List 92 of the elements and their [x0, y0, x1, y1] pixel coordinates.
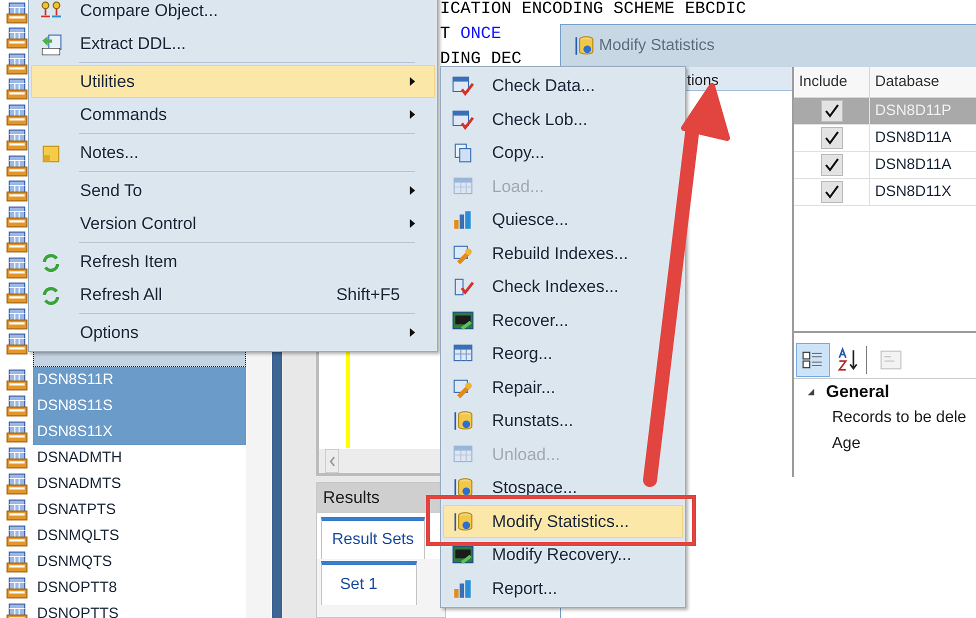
menu-item[interactable]: Quiesce... [443, 203, 683, 236]
column-header[interactable]: Include [794, 67, 870, 97]
tree-item[interactable]: DSNADMTS [33, 471, 246, 497]
table-icon [6, 104, 28, 126]
ddl-icon [40, 34, 62, 56]
tab[interactable]: Result Sets [321, 517, 425, 559]
menu-item[interactable]: Options [31, 316, 435, 349]
table-icon [6, 2, 28, 24]
table-icon [6, 421, 28, 443]
tab[interactable]: Set 1 [321, 561, 417, 605]
table-icon [6, 499, 28, 521]
menu-item[interactable]: Rebuild Indexes... [443, 236, 683, 270]
tree-item[interactable]: DSNOPTT8 [33, 575, 246, 601]
refresh-icon [40, 252, 62, 274]
grid-row[interactable]: DSN8D11A [794, 125, 976, 152]
checkbox[interactable] [820, 181, 842, 203]
expand-icon[interactable] [806, 387, 816, 397]
table-icon [6, 447, 28, 469]
table-check-icon [452, 75, 474, 97]
tree-item[interactable]: DSNOPTTS [33, 601, 246, 618]
menu-item[interactable]: Version Control [31, 207, 435, 240]
tree-item[interactable]: DSNADMTH [33, 445, 246, 471]
table-icon [6, 308, 28, 330]
menu-item[interactable]: Recover... [443, 304, 683, 337]
table-icon [6, 577, 28, 599]
menu-item[interactable]: Copy... [443, 136, 683, 170]
checkbox[interactable] [820, 127, 842, 149]
category-label: General [826, 381, 890, 404]
menu-item[interactable]: Repair... [443, 370, 683, 404]
menu-item[interactable]: Extract DDL... [31, 27, 435, 60]
table-icon [6, 333, 28, 356]
note-icon [40, 143, 62, 165]
table-icon [6, 154, 28, 177]
menu-item[interactable]: Refresh Item [31, 245, 435, 278]
sort-icon [837, 346, 859, 372]
menu-item[interactable]: Check Indexes... [443, 270, 683, 304]
property-name[interactable]: Records to be dele [830, 405, 976, 431]
tree-item[interactable]: DSNMQTS [33, 549, 246, 575]
table-icon [6, 282, 28, 304]
tree-item[interactable]: DSNATPTS [33, 497, 246, 523]
menu-item[interactable]: Send To [31, 174, 435, 207]
grid-row[interactable]: DSN8D11X [794, 179, 976, 206]
menu-item[interactable]: Check Data... [443, 69, 683, 102]
menu-item[interactable]: Runstats... [443, 404, 683, 438]
code-line: ICATION ENCODING SCHEME EBCDIC [440, 0, 746, 21]
terminal-icon [452, 544, 474, 566]
menu-item[interactable]: Refresh All Shift+F5 [31, 278, 435, 311]
checkbox[interactable] [820, 154, 842, 176]
code-line: T ONCE [440, 24, 502, 46]
menu-item[interactable]: Modify Recovery... [443, 538, 683, 572]
menu-item[interactable]: Stospace... [443, 471, 683, 504]
checkbox[interactable] [820, 100, 842, 122]
tab-label[interactable]: tions [687, 70, 719, 92]
table-cell-text: DSN8D11A [874, 154, 952, 175]
column-header[interactable]: Database [870, 67, 976, 97]
table-icon [6, 206, 28, 228]
refresh-icon [40, 285, 62, 307]
dialog-title: Modify Statistics [599, 36, 715, 56]
table-icon [6, 52, 28, 75]
tree-item[interactable]: DSNMQLTS [33, 523, 246, 549]
table-cell-text: DSN8D11P [874, 100, 952, 121]
menu-item[interactable]: Notes... [31, 136, 435, 169]
table-cell-text: DSN8D11A [874, 128, 952, 148]
menu-item[interactable]: Check Lob... [443, 102, 683, 136]
menu-item[interactable]: Reorg... [443, 337, 683, 370]
menu-item[interactable]: Report... [443, 572, 683, 605]
menu-item[interactable]: Commands [31, 98, 435, 131]
property-name[interactable]: Age [830, 431, 976, 457]
window-icon [880, 348, 902, 370]
table-icon [6, 27, 28, 50]
table-icon [6, 231, 28, 254]
terminal-icon [452, 310, 474, 332]
table-check-icon [452, 108, 474, 130]
copy-icon [452, 142, 474, 164]
table-icon [6, 395, 28, 417]
table-icon [6, 551, 28, 573]
table-icon [6, 369, 28, 391]
menu-item[interactable]: Compare Object... [31, 0, 435, 27]
table-icon [6, 180, 28, 202]
table-icon [6, 129, 28, 152]
table-icon [6, 78, 28, 100]
check-icon [452, 276, 474, 298]
code-line: DING DEC [440, 49, 522, 71]
table-icon [6, 473, 28, 495]
grid-row[interactable]: DSN8D11A [794, 152, 976, 179]
menu-item[interactable]: Utilities [31, 65, 435, 98]
chevron-left-icon [328, 456, 336, 466]
table-icon [6, 256, 28, 279]
categorized-view-button[interactable] [796, 342, 830, 376]
menu-item[interactable]: Modify Statistics... [443, 504, 683, 538]
table-icon [6, 525, 28, 547]
table-cell-text: DSN8D11X [874, 182, 952, 202]
